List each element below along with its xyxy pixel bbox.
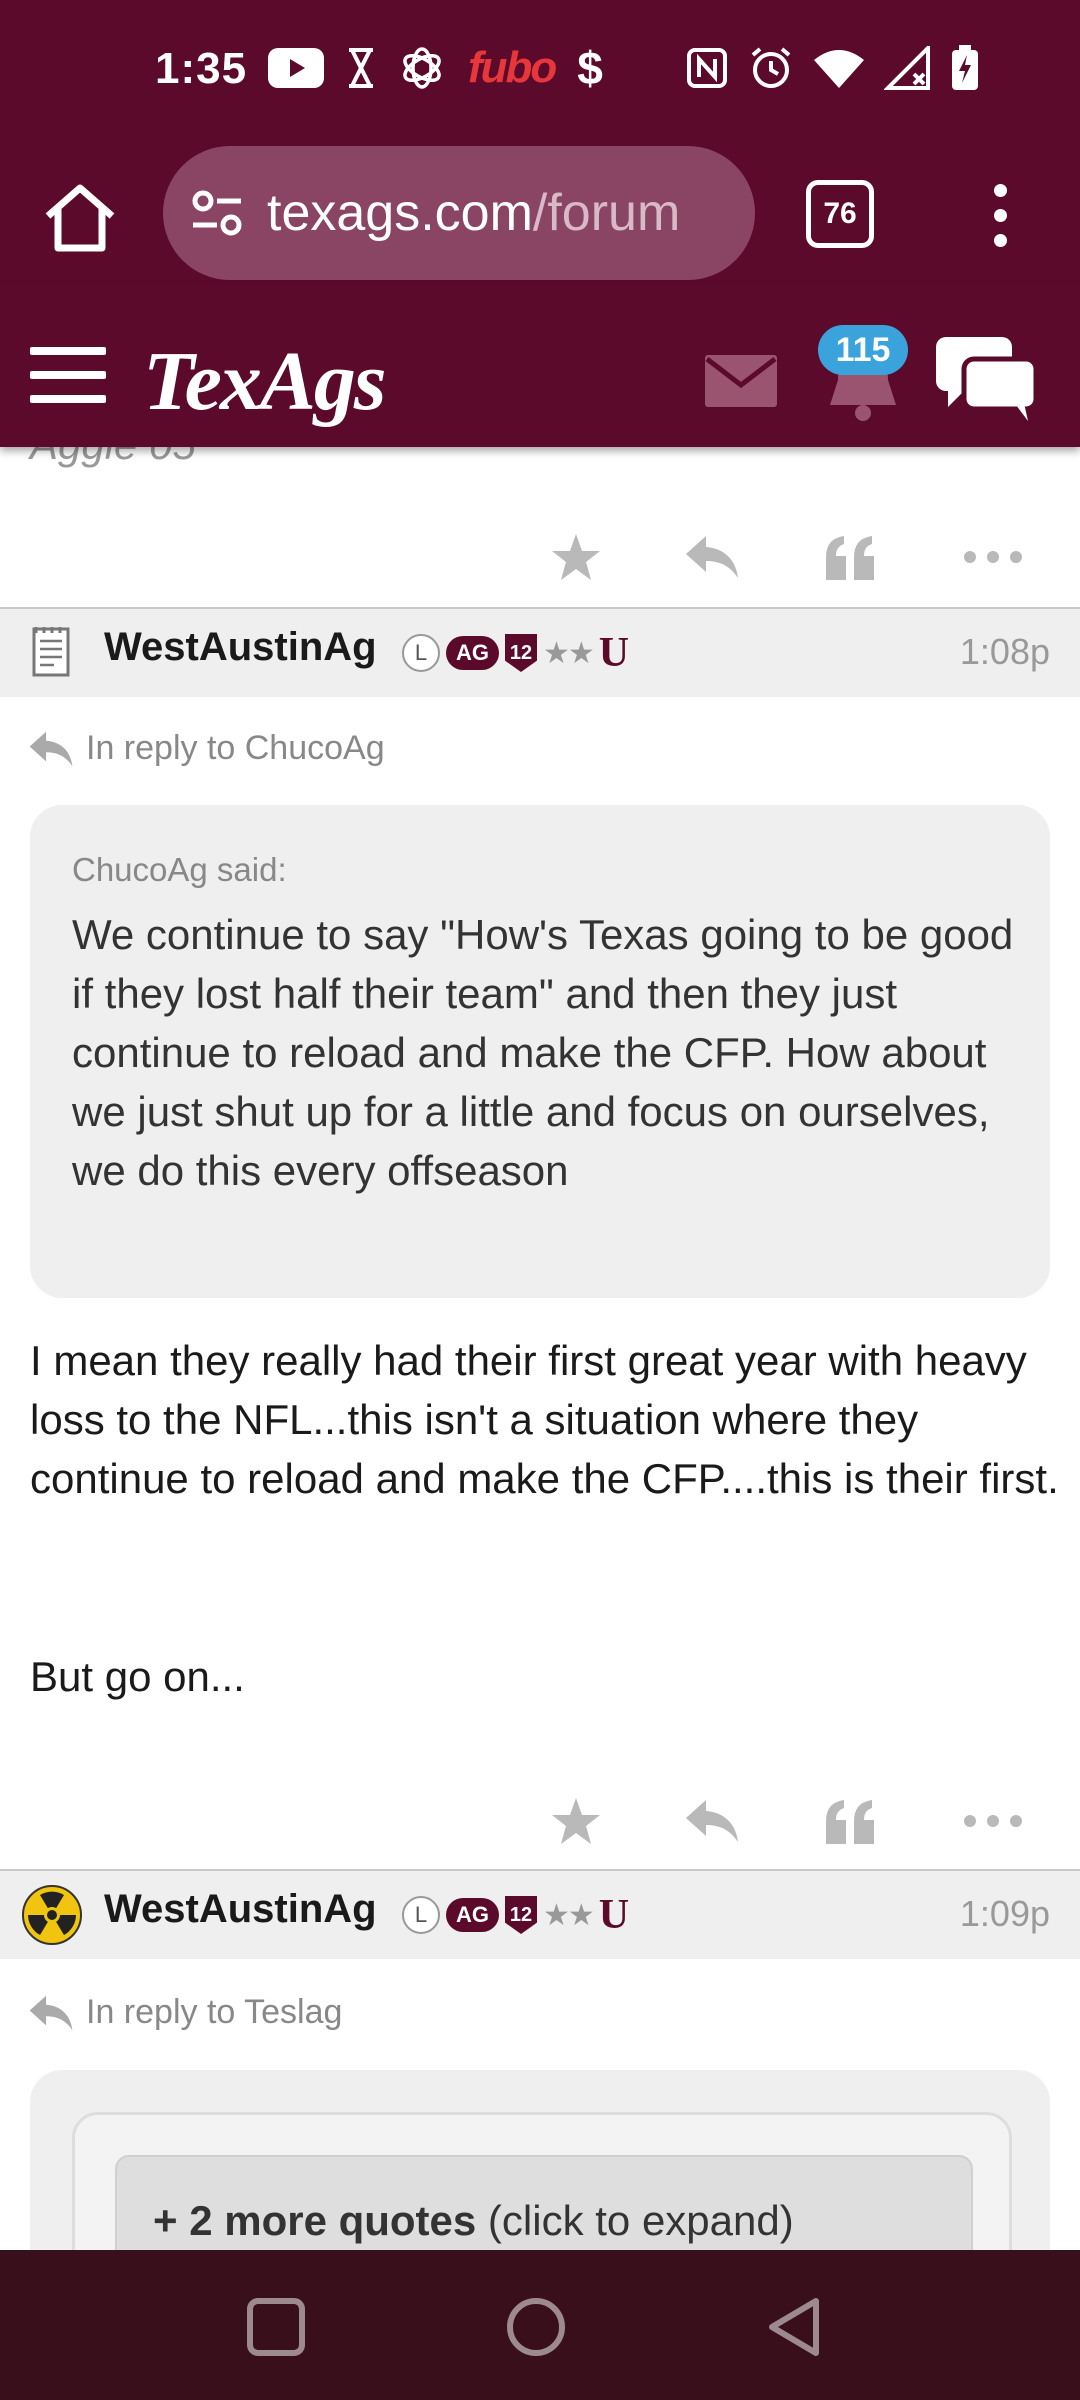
- mail-icon[interactable]: [705, 355, 777, 407]
- quote-button[interactable]: [810, 1781, 890, 1861]
- previous-post-author: Aggie 05: [30, 447, 196, 469]
- reply-button[interactable]: [672, 1781, 752, 1861]
- badge-ag: AG: [446, 636, 499, 670]
- post-actions: [0, 517, 1080, 607]
- post-username[interactable]: WestAustinAg: [104, 625, 377, 670]
- more-dots-icon: [964, 1815, 1022, 1827]
- chat-icon[interactable]: [936, 337, 1036, 421]
- post-header: WestAustinAg L AG 12 ★★ U 1:08p: [0, 609, 1080, 697]
- fubo-icon: fubo: [468, 43, 557, 92]
- status-time: 1:35: [155, 44, 248, 93]
- in-reply-to-text: In reply to ChucoAg: [86, 729, 385, 767]
- quote-block: + 2 more quotes (click to expand): [30, 2070, 1050, 2250]
- more-quotes-hint: (click to expand): [476, 2197, 794, 2244]
- status-left-icons: fubo $: [268, 42, 603, 94]
- post-actions: [0, 1781, 1080, 1871]
- badge-l: L: [402, 634, 440, 672]
- alarm-icon: [748, 42, 794, 94]
- url-text: texags.com/forum: [267, 183, 680, 243]
- user-badges: L AG 12 ★★ U: [402, 629, 629, 677]
- notification-count-badge: 115: [818, 325, 908, 375]
- post-body-paragraph: I mean they really had their first great…: [30, 1337, 1059, 1502]
- quote-button[interactable]: [810, 517, 890, 597]
- post-username[interactable]: WestAustinAg: [104, 1887, 377, 1932]
- url-path: /forum: [532, 184, 681, 242]
- back-triangle-icon[interactable]: [764, 2295, 828, 2359]
- star-icon: [552, 534, 600, 580]
- url-bar[interactable]: texags.com/forum: [163, 146, 755, 280]
- nested-quote-block: + 2 more quotes (click to expand): [72, 2112, 1012, 2250]
- quote-icon: [826, 536, 874, 580]
- site-header: TexAgs 115: [0, 285, 1080, 447]
- in-reply-to-link[interactable]: In reply to Teslag: [28, 1993, 342, 2032]
- star-button[interactable]: [536, 1781, 616, 1861]
- post-time[interactable]: 1:08p: [960, 631, 1050, 673]
- home-icon: [45, 184, 115, 252]
- quote-author[interactable]: ChucoAg said:: [72, 851, 287, 889]
- radiation-avatar-icon[interactable]: [22, 1885, 82, 1945]
- in-reply-to-link[interactable]: In reply to ChucoAg: [28, 729, 385, 768]
- badge-l: L: [402, 1896, 440, 1934]
- post-time[interactable]: 1:09p: [960, 1893, 1050, 1935]
- post-header: WestAustinAg L AG 12 ★★ U 1:09p: [0, 1871, 1080, 1959]
- star-icon: [552, 1798, 600, 1844]
- more-options-button[interactable]: [953, 1781, 1033, 1861]
- reply-arrow-icon: [29, 731, 73, 766]
- more-options-button[interactable]: [953, 517, 1033, 597]
- reply-icon: [686, 1800, 738, 1842]
- more-dots-icon: [964, 551, 1022, 563]
- url-host: texags.com: [267, 184, 533, 242]
- battery-charging-icon: [950, 42, 980, 94]
- expand-quotes-label: + 2 more quotes (click to expand): [153, 2197, 794, 2245]
- badge-stars: ★★: [543, 1898, 595, 1932]
- hamburger-menu-icon[interactable]: [30, 347, 106, 403]
- openai-icon: [398, 42, 446, 94]
- badge-12th-man: 12: [505, 634, 537, 672]
- site-logo[interactable]: TexAgs: [143, 333, 387, 430]
- system-nav-bar: [0, 2250, 1080, 2400]
- signal-icon: [884, 42, 930, 94]
- status-right-icons: [686, 42, 980, 94]
- badge-u: U: [598, 630, 630, 676]
- reply-icon: [686, 536, 738, 578]
- home-button[interactable]: [40, 178, 120, 258]
- quote-text: We continue to say "How's Texas going to…: [72, 911, 1014, 1194]
- wifi-icon: [814, 42, 864, 94]
- dollar-icon: $: [577, 42, 603, 94]
- reply-button[interactable]: [672, 517, 752, 597]
- site-settings-icon[interactable]: [189, 185, 245, 241]
- youtube-icon: [268, 42, 324, 94]
- status-bar: 1:35 fubo $: [0, 0, 1080, 140]
- browser-toolbar: texags.com/forum 76: [0, 140, 1080, 285]
- badge-u: U: [598, 1892, 630, 1938]
- badge-12th-man: 12: [505, 1896, 537, 1934]
- reply-arrow-icon: [29, 1995, 73, 2030]
- home-circle-icon[interactable]: [504, 2295, 568, 2359]
- user-badges: L AG 12 ★★ U: [402, 1891, 629, 1939]
- tab-switcher-button[interactable]: 76: [806, 180, 874, 248]
- in-reply-to-text: In reply to Teslag: [86, 1993, 343, 2031]
- badge-stars: ★★: [543, 636, 595, 670]
- post-body-paragraph: But go on...: [30, 1653, 245, 1700]
- quote-icon: [826, 1800, 874, 1844]
- nfc-icon: [686, 42, 728, 94]
- recents-square-icon[interactable]: [244, 2295, 308, 2359]
- quote-block: ChucoAg said: We continue to say "How's …: [30, 805, 1050, 1298]
- badge-ag: AG: [446, 1898, 499, 1932]
- expand-quotes-button[interactable]: + 2 more quotes (click to expand): [115, 2155, 973, 2250]
- browser-menu-button[interactable]: [990, 184, 1010, 254]
- star-button[interactable]: [536, 517, 616, 597]
- hourglass-icon: [346, 42, 376, 94]
- notepad-avatar-icon[interactable]: [22, 623, 82, 683]
- more-quotes-count: + 2 more quotes: [153, 2197, 477, 2244]
- forum-thread: Aggie 05 WestAustinAg L AG 12 ★★ U 1:08p…: [0, 447, 1080, 2250]
